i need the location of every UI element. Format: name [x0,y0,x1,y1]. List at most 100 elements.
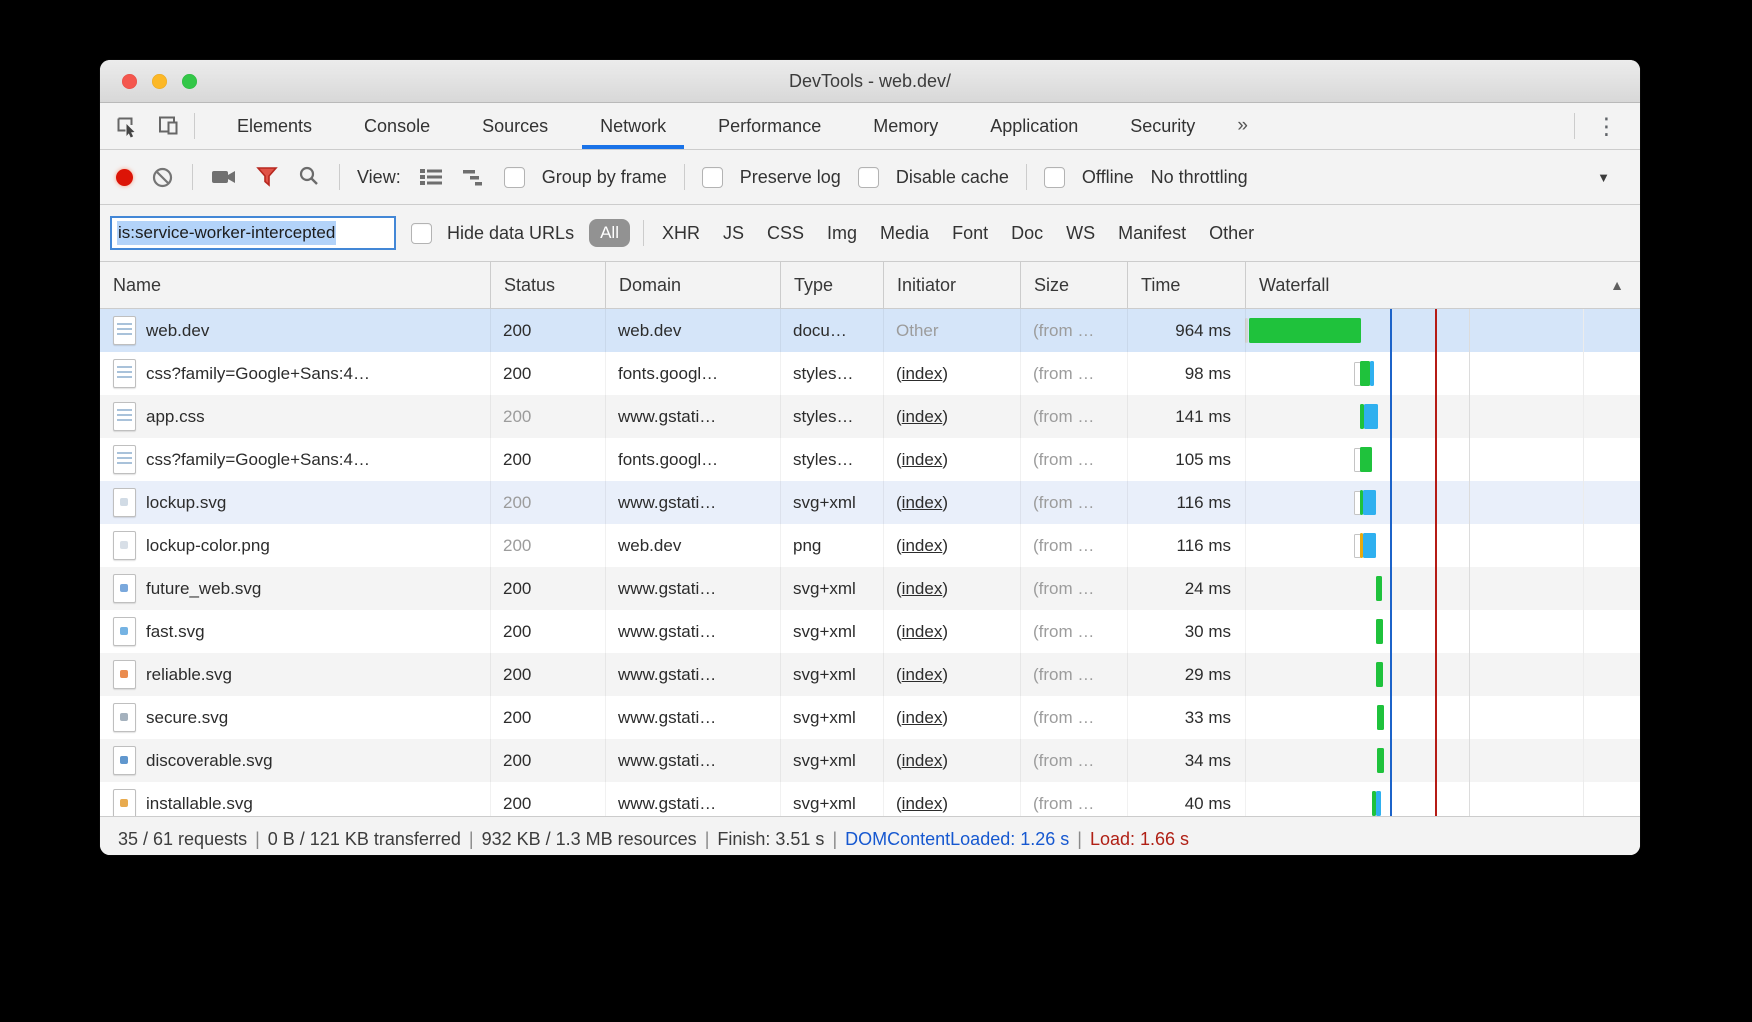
cell-time: 30 ms [1127,610,1245,653]
column-header-status[interactable]: Status [490,262,605,308]
filter-type-manifest[interactable]: Manifest [1113,223,1191,244]
list-view-icon[interactable] [418,166,444,188]
filter-type-js[interactable]: JS [718,223,749,244]
filter-type-css[interactable]: CSS [762,223,809,244]
table-row[interactable]: reliable.svg200www.gstati…svg+xml(index)… [100,653,1640,696]
table-row[interactable]: discoverable.svg200www.gstati…svg+xml(in… [100,739,1640,782]
column-header-domain[interactable]: Domain [605,262,780,308]
devtools-tab-bar: ElementsConsoleSourcesNetworkPerformance… [100,103,1640,150]
cell-domain: www.gstati… [605,481,780,524]
image-file-icon [113,574,136,603]
cell-name: future_web.svg [100,567,490,610]
status-segment: 0 B / 121 KB transferred [264,829,465,850]
throttling-select[interactable]: No throttling ▼ [1151,167,1624,188]
cell-initiator: (index) [883,653,1020,696]
filter-type-font[interactable]: Font [947,223,993,244]
column-header-waterfall[interactable]: Waterfall▲ [1245,262,1640,308]
tab-console[interactable]: Console [338,103,456,149]
initiator-link[interactable]: index [902,364,943,384]
cell-status: 200 [490,524,605,567]
initiator-link[interactable]: index [902,536,943,556]
cell-waterfall [1245,567,1640,610]
document-file-icon [113,402,136,431]
column-header-type[interactable]: Type [780,262,883,308]
cell-type: svg+xml [780,653,883,696]
initiator-link[interactable]: index [902,493,943,513]
filter-type-media[interactable]: Media [875,223,934,244]
inspect-element-icon[interactable] [114,113,140,139]
tab-security[interactable]: Security [1104,103,1221,149]
zoom-window-button[interactable] [182,74,197,89]
tab-memory[interactable]: Memory [847,103,964,149]
capture-screenshots-icon[interactable] [210,166,238,188]
filter-type-other[interactable]: Other [1204,223,1259,244]
table-row[interactable]: lockup.svg200www.gstati…svg+xml(index)(f… [100,481,1640,524]
initiator-link[interactable]: index [902,708,943,728]
column-header-size[interactable]: Size [1020,262,1127,308]
cell-name: fast.svg [100,610,490,653]
tab-application[interactable]: Application [964,103,1104,149]
column-header-name[interactable]: Name [100,262,490,308]
cell-waterfall [1245,352,1640,395]
table-row[interactable]: secure.svg200www.gstati…svg+xml(index)(f… [100,696,1640,739]
clear-network-log-icon[interactable] [150,165,175,190]
column-divider [490,309,491,816]
column-divider [1020,309,1021,816]
table-row[interactable]: web.dev200web.devdocu…Other(from …964 ms [100,309,1640,352]
filter-input[interactable]: is:service-worker-intercepted [110,216,396,250]
cell-status: 200 [490,395,605,438]
filter-type-img[interactable]: Img [822,223,862,244]
initiator-link[interactable]: index [902,665,943,685]
more-tabs-icon[interactable]: » [1221,103,1264,149]
initiator-link[interactable]: index [902,751,943,771]
offline-checkbox[interactable] [1044,167,1065,188]
record-network-log-icon[interactable] [116,169,133,186]
tab-network[interactable]: Network [574,103,692,149]
cell-waterfall [1245,481,1640,524]
preserve-log-checkbox[interactable] [702,167,723,188]
filter-type-ws[interactable]: WS [1061,223,1100,244]
table-row[interactable]: fast.svg200www.gstati…svg+xml(index)(fro… [100,610,1640,653]
cell-type: svg+xml [780,610,883,653]
filter-type-all[interactable]: All [589,219,630,247]
column-header-initiator[interactable]: Initiator [883,262,1020,308]
cell-type: styles… [780,438,883,481]
waterfall-view-icon[interactable] [461,166,487,188]
cell-size: (from … [1020,696,1127,739]
search-icon[interactable] [296,164,322,190]
initiator-link[interactable]: index [902,579,943,599]
sort-ascending-icon[interactable]: ▲ [1610,277,1624,293]
device-toolbar-icon[interactable] [156,113,182,139]
tab-performance[interactable]: Performance [692,103,847,149]
filter-icon[interactable] [255,165,279,189]
devtools-menu-icon[interactable]: ⋮ [1589,115,1624,138]
table-row[interactable]: installable.svg200www.gstati…svg+xml(ind… [100,782,1640,816]
initiator-link[interactable]: index [902,450,943,470]
divider [194,113,195,139]
cell-status: 200 [490,610,605,653]
table-row[interactable]: css?family=Google+Sans:4…200fonts.googl…… [100,438,1640,481]
initiator-link[interactable]: index [902,407,943,427]
cell-type: svg+xml [780,481,883,524]
table-row[interactable]: lockup-color.png200web.devpng(index)(fro… [100,524,1640,567]
tab-sources[interactable]: Sources [456,103,574,149]
initiator-link[interactable]: index [902,622,943,642]
cell-status: 200 [490,567,605,610]
table-row[interactable]: future_web.svg200www.gstati…svg+xml(inde… [100,567,1640,610]
column-header-time[interactable]: Time [1127,262,1245,308]
cell-status: 200 [490,653,605,696]
hide-data-urls-checkbox[interactable] [411,223,432,244]
tab-elements[interactable]: Elements [211,103,338,149]
group-by-frame-checkbox[interactable] [504,167,525,188]
initiator-link[interactable]: index [902,794,943,814]
disable-cache-checkbox[interactable] [858,167,879,188]
cell-initiator: (index) [883,352,1020,395]
table-row[interactable]: css?family=Google+Sans:4…200fonts.googl…… [100,352,1640,395]
close-window-button[interactable] [122,74,137,89]
cell-size: (from … [1020,524,1127,567]
filter-type-xhr[interactable]: XHR [657,223,705,244]
waterfall-bar [1376,791,1381,816]
minimize-window-button[interactable] [152,74,167,89]
table-row[interactable]: app.css200www.gstati…styles…(index)(from… [100,395,1640,438]
filter-type-doc[interactable]: Doc [1006,223,1048,244]
